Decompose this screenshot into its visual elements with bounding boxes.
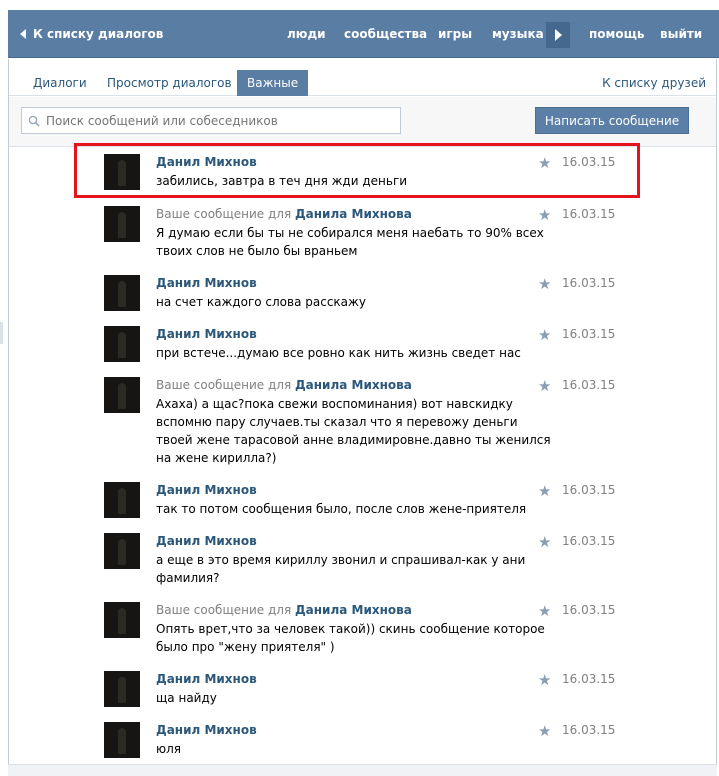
avatar-figure — [118, 728, 126, 754]
message-text: так то потом сообщения было, после слов … — [156, 502, 527, 516]
author-prefix: Ваше сообщение для — [156, 378, 295, 392]
message-author: Ваше сообщение для Данила Михнова — [156, 377, 412, 394]
nav-logout[interactable]: выйти — [660, 27, 702, 41]
nav-games[interactable]: игры — [438, 27, 472, 41]
star-icon[interactable]: ★ — [538, 276, 554, 292]
avatar-figure — [118, 281, 126, 307]
search-box[interactable] — [21, 107, 401, 134]
avatar-figure — [118, 608, 126, 634]
author-name[interactable]: Данила Михнова — [295, 603, 412, 617]
avatar[interactable] — [104, 326, 140, 362]
message-text: Ахаха) а щас?пока свежи воспоминания) во… — [156, 397, 551, 465]
author-name[interactable]: Данил Михнов — [156, 483, 257, 497]
star-icon[interactable]: ★ — [538, 534, 554, 550]
avatar[interactable] — [104, 722, 140, 758]
avatar[interactable] — [104, 482, 140, 518]
arrow-left-icon — [20, 29, 26, 39]
music-play-button[interactable] — [546, 22, 570, 48]
avatar[interactable] — [104, 602, 140, 638]
message-author: Данил Михнов — [156, 326, 257, 343]
panel-bottom-strip — [8, 764, 717, 776]
avatar[interactable] — [104, 377, 140, 413]
nav-people[interactable]: люди — [287, 27, 326, 41]
message-date[interactable]: 16.03.15 — [562, 377, 615, 394]
message-text: а еще в это время кириллу звонил и спраш… — [156, 553, 526, 585]
author-name[interactable]: Данил Михнов — [156, 327, 257, 341]
avatar-figure — [118, 383, 126, 409]
message-text: ща найду — [156, 691, 217, 705]
message-text: Опять врет,что за человек такой)) скинь … — [156, 622, 545, 654]
top-bar-background: К списку диалогов люди сообщества игры м… — [8, 10, 719, 58]
author-name[interactable]: Данил Михнов — [156, 276, 257, 290]
message-date[interactable]: 16.03.15 — [562, 326, 615, 343]
star-icon[interactable]: ★ — [538, 327, 554, 343]
back-to-dialogs-link[interactable]: К списку диалогов — [20, 27, 163, 41]
avatar-figure — [118, 677, 126, 703]
star-icon[interactable]: ★ — [538, 483, 554, 499]
message-author: Данил Михнов — [156, 482, 257, 499]
tab-important[interactable]: Важные — [237, 70, 309, 96]
message-text: юля — [156, 742, 181, 756]
author-name[interactable]: Данил Михнов — [156, 723, 257, 737]
author-name[interactable]: Данила Михнова — [295, 207, 412, 221]
message-date[interactable]: 16.03.15 — [562, 482, 615, 499]
avatar[interactable] — [104, 671, 140, 707]
author-prefix: Ваше сообщение для — [156, 207, 295, 221]
avatar[interactable] — [104, 275, 140, 311]
message-author: Данил Михнов — [156, 722, 257, 739]
message-text: при встече...думаю все ровно как нить жи… — [156, 346, 521, 360]
star-icon[interactable]: ★ — [538, 672, 554, 688]
avatar[interactable] — [104, 533, 140, 569]
star-icon[interactable]: ★ — [538, 603, 554, 619]
star-icon[interactable]: ★ — [538, 378, 554, 394]
message-date[interactable]: 16.03.15 — [562, 722, 615, 739]
write-message-button[interactable]: Написать сообщение — [535, 107, 689, 134]
play-icon — [554, 29, 562, 41]
message-date[interactable]: 16.03.15 — [562, 275, 615, 292]
message-author: Ваше сообщение для Данила Михнова — [156, 206, 412, 223]
highlight-box — [74, 143, 640, 198]
nav-music[interactable]: музыка — [492, 27, 544, 41]
author-name[interactable]: Данил Михнов — [156, 672, 257, 686]
author-prefix: Ваше сообщение для — [156, 603, 295, 617]
star-icon[interactable]: ★ — [538, 207, 554, 223]
avatar-figure — [118, 488, 126, 514]
message-date[interactable]: 16.03.15 — [562, 671, 615, 688]
message-author: Ваше сообщение для Данила Михнова — [156, 602, 412, 619]
message-text: Я думаю если бы ты не собирался меня нае… — [156, 226, 544, 258]
message-date[interactable]: 16.03.15 — [562, 602, 615, 619]
nav-communities[interactable]: сообщества — [344, 27, 427, 41]
avatar-figure — [118, 332, 126, 358]
avatar-figure — [118, 539, 126, 565]
message-author: Данил Михнов — [156, 671, 257, 688]
back-to-friends-link[interactable]: К списку друзей — [602, 76, 706, 90]
search-row: Написать сообщение — [9, 97, 716, 147]
author-name[interactable]: Данил Михнов — [156, 534, 257, 548]
star-icon[interactable]: ★ — [538, 723, 554, 739]
left-margin — [0, 60, 8, 776]
author-name[interactable]: Данила Михнова — [295, 378, 412, 392]
nav-help[interactable]: помощь — [589, 27, 644, 41]
tabs-row: Диалоги Просмотр диалогов Важные К списк… — [9, 59, 716, 96]
search-input[interactable] — [46, 113, 386, 128]
avatar[interactable] — [104, 206, 140, 242]
back-to-dialogs-label: К списку диалогов — [33, 27, 164, 41]
message-author: Данил Михнов — [156, 275, 257, 292]
message-author: Данил Михнов — [156, 533, 257, 550]
tab-dialogs[interactable]: Диалоги — [23, 70, 97, 96]
message-date[interactable]: 16.03.15 — [562, 206, 615, 223]
left-scroll-marker — [0, 322, 3, 344]
search-icon — [28, 115, 40, 127]
tab-view-dialogs[interactable]: Просмотр диалогов — [97, 70, 242, 96]
top-navigation-bar: К списку диалогов люди сообщества игры м… — [0, 0, 719, 59]
message-text: на счет каждого слова расскажу — [156, 295, 366, 309]
avatar-figure — [118, 212, 126, 238]
message-date[interactable]: 16.03.15 — [562, 533, 615, 550]
